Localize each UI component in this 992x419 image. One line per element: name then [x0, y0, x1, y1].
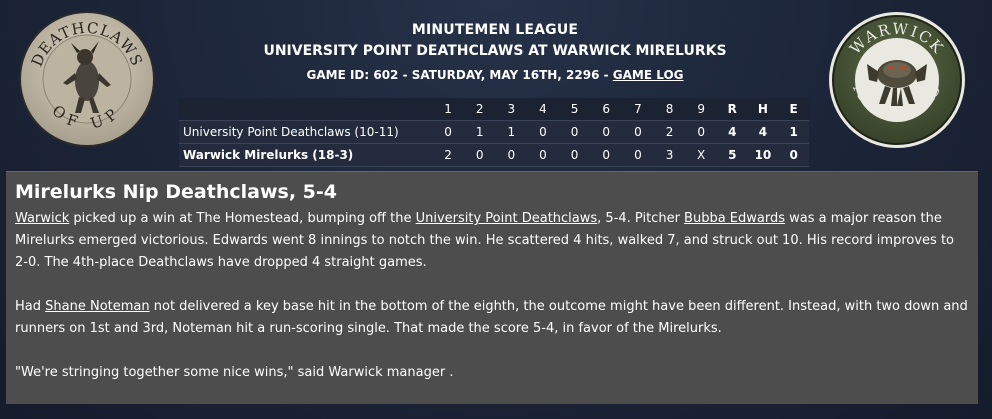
errors-header: E	[778, 98, 809, 121]
team-link-warwick[interactable]: Warwick	[15, 211, 69, 226]
inning-score: 0	[495, 143, 528, 167]
inning-score: 0	[527, 143, 559, 167]
mirelurks-logo: WARWICK MIRELURKS	[827, 10, 967, 150]
league-name: MINUTEMEN LEAGUE	[411, 22, 579, 38]
hits-total: 4	[747, 120, 779, 144]
runs-total: 4	[716, 120, 748, 144]
game-info-text: GAME ID: 602 - SATURDAY, MAY 16TH, 2296 …	[306, 68, 613, 82]
recap-paragraph-2: Had Shane Noteman not delivered a key ba…	[15, 296, 969, 340]
inning-score: 0	[622, 143, 654, 167]
inning-score: 0	[590, 143, 623, 167]
inning-score: 2	[432, 143, 464, 167]
team-name: Warwick Mirelurks (18-3)	[179, 143, 433, 167]
game-recap: Mirelurks Nip Deathclaws, 5-4 Warwick pi…	[6, 171, 978, 404]
inning-score: 0	[622, 120, 654, 144]
recap-paragraph-1: Warwick picked up a win at The Homestead…	[15, 208, 969, 274]
inning-header: 7	[622, 98, 654, 121]
inning-score: 0	[432, 120, 464, 144]
inning-score: 1	[463, 120, 496, 144]
inning-score: 3	[653, 143, 686, 167]
inning-score: 0	[685, 120, 717, 144]
inning-score: 0	[527, 120, 559, 144]
recap-headline: Mirelurks Nip Deathclaws, 5-4	[15, 181, 337, 203]
inning-header: 3	[495, 98, 528, 121]
errors-total: 1	[778, 120, 809, 144]
inning-score: 1	[495, 120, 528, 144]
team-link-deathclaws[interactable]: University Point Deathclaws	[416, 211, 598, 226]
recap-paragraph-3: "We're stringing together some nice wins…	[15, 365, 454, 380]
inning-header: 9	[685, 98, 717, 121]
box-score-header-row: 1 2 3 4 5 6 7 8 9 R H E	[179, 98, 809, 121]
recap-text: Had	[15, 299, 46, 314]
inning-score: 0	[558, 143, 591, 167]
team-name: University Point Deathclaws (10-11)	[179, 120, 433, 144]
inning-score: X	[685, 143, 717, 167]
recap-text: not delivered a key base hit in the bott…	[15, 299, 968, 336]
inning-header: 2	[463, 98, 496, 121]
inning-header: 1	[432, 98, 464, 121]
deathclaws-logo: DEATHCLAWS OF UP	[17, 9, 157, 149]
game-header: MINUTEMEN LEAGUE UNIVERSITY POINT DEATHC…	[180, 20, 810, 84]
inning-header: 8	[653, 98, 686, 121]
player-link-bubba-edwards[interactable]: Bubba Edwards	[684, 211, 785, 226]
recap-text: picked up a win at The Homestead, bumpin…	[69, 211, 416, 226]
box-score-table: 1 2 3 4 5 6 7 8 9 R H E University Point…	[179, 98, 809, 167]
inning-header: 6	[590, 98, 623, 121]
runs-total: 5	[716, 143, 748, 167]
box-score-row-home: Warwick Mirelurks (18-3) 2 0 0 0 0 0 0 3…	[179, 143, 809, 167]
runs-header: R	[716, 98, 748, 121]
inning-score: 0	[463, 143, 496, 167]
recap-text: , 5-4. Pitcher	[597, 211, 685, 226]
errors-total: 0	[778, 143, 809, 167]
hits-total: 10	[747, 143, 779, 167]
matchup-title: UNIVERSITY POINT DEATHCLAWS AT WARWICK M…	[263, 43, 727, 59]
team-column-header	[179, 98, 433, 121]
player-link-shane-noteman[interactable]: Shane Noteman	[45, 299, 149, 314]
inning-header: 5	[558, 98, 591, 121]
box-score-row-away: University Point Deathclaws (10-11) 0 1 …	[179, 120, 809, 144]
game-log-link[interactable]: GAME LOG	[613, 68, 684, 82]
inning-score: 0	[558, 120, 591, 144]
game-info: GAME ID: 602 - SATURDAY, MAY 16TH, 2296 …	[180, 66, 810, 84]
inning-header: 4	[527, 98, 559, 121]
hits-header: H	[747, 98, 779, 121]
inning-score: 2	[653, 120, 686, 144]
inning-score: 0	[590, 120, 623, 144]
